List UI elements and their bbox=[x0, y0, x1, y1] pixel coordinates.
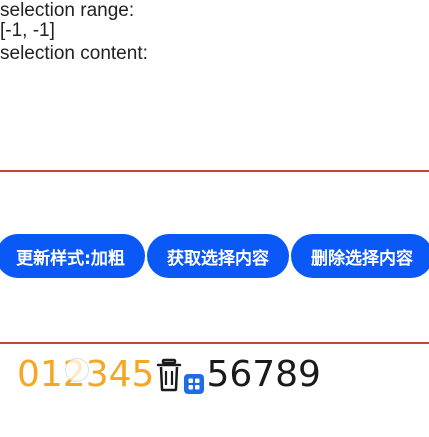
grid-icon bbox=[184, 374, 205, 394]
update-style-bold-button[interactable]: 更新样式:加粗 bbox=[0, 234, 145, 278]
delete-selection-button[interactable]: 删除选择内容 bbox=[291, 234, 429, 278]
selection-range-label: selection range: bbox=[0, 0, 135, 21]
selection-range-value: [-1, -1] bbox=[0, 20, 55, 41]
top-divider bbox=[0, 170, 429, 172]
selection-content-label: selection content: bbox=[0, 43, 148, 64]
trash-icon bbox=[157, 358, 182, 392]
get-selection-button[interactable]: 获取选择内容 bbox=[147, 234, 289, 278]
page: selection range: [-1, -1] selection cont… bbox=[0, 0, 429, 437]
cursor-handle[interactable] bbox=[65, 358, 89, 382]
button-row: 更新样式:加粗 获取选择内容 删除选择内容 bbox=[0, 234, 429, 278]
editor-text-plain: 56789 bbox=[206, 354, 321, 395]
rich-editor[interactable]: 012345 56789 bbox=[17, 350, 321, 400]
bottom-divider bbox=[0, 342, 429, 344]
